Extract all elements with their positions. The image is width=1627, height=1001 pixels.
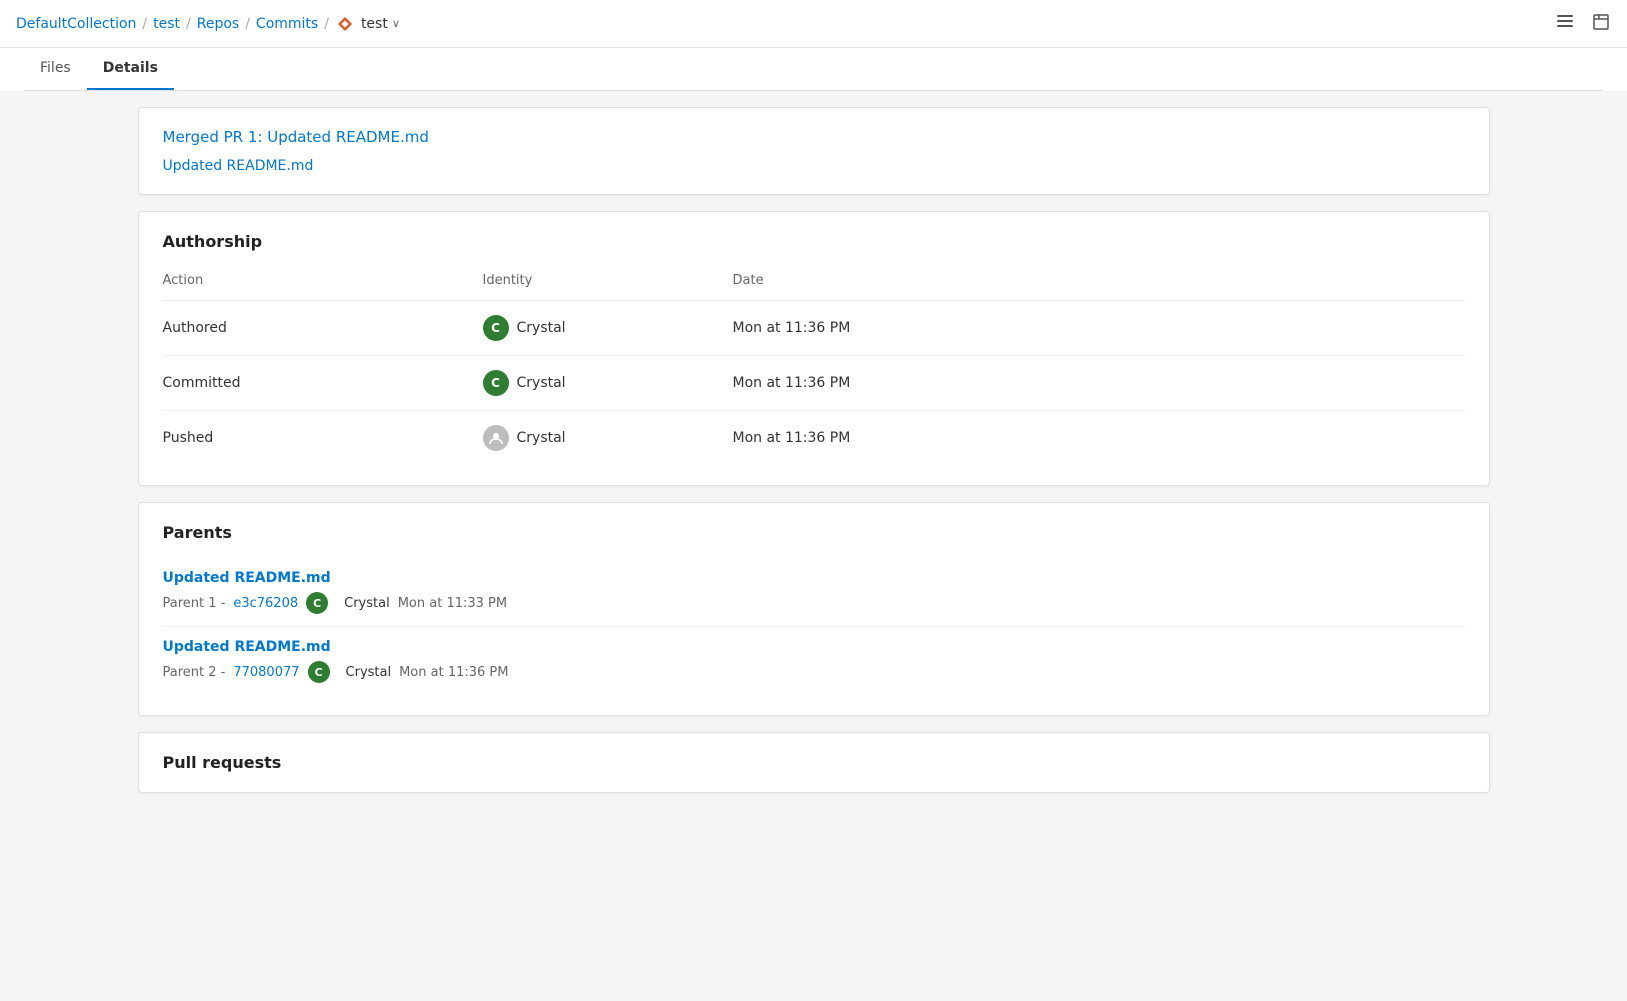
identity-cell: Crystal xyxy=(483,411,733,466)
parent-item: Updated README.md Parent 2 - 77080077 C Crys… xyxy=(163,627,1465,695)
nav-icons xyxy=(1555,11,1611,36)
branch-label: test xyxy=(361,16,388,32)
parent-meta: Parent 2 - 77080077 C Crystal Mon at 11:36 P… xyxy=(163,661,1465,683)
authorship-row: AuthoredC Crystal Mon at 11:36 PM xyxy=(163,301,1465,356)
authorship-row: Pushed Crystal Mon at 11:36 PM xyxy=(163,411,1465,466)
breadcrumb-commits[interactable]: Commits xyxy=(256,16,318,32)
parent-label: Parent 1 - xyxy=(163,596,226,611)
authorship-card: Authorship Action Identity Date Authored… xyxy=(138,211,1490,486)
chevron-down-icon: ∨ xyxy=(392,17,400,30)
sep4: / xyxy=(324,16,329,32)
date-cell: Mon at 11:36 PM xyxy=(733,411,1465,466)
parent-identity-name: Crystal xyxy=(344,596,390,611)
pull-requests-title: Pull requests xyxy=(163,753,1465,772)
sep2: / xyxy=(186,16,191,32)
parents-card: Parents Updated README.md Parent 1 - e3c76… xyxy=(138,502,1490,716)
package-icon[interactable] xyxy=(1591,12,1611,36)
top-nav: DefaultCollection / test / Repos / Commi… xyxy=(0,0,1627,48)
sep3: / xyxy=(245,16,250,32)
identity-name: Crystal xyxy=(517,320,566,336)
parent-meta: Parent 1 - e3c76208 C Crystal Mon at 11:33 P… xyxy=(163,592,1465,614)
main-content: Merged PR 1: Updated README.md Updated R… xyxy=(114,91,1514,825)
breadcrumb-project[interactable]: test xyxy=(153,16,180,32)
parent-hash[interactable]: 77080077 xyxy=(233,665,299,680)
parent-label: Parent 2 - xyxy=(163,665,226,680)
tab-files[interactable]: Files xyxy=(24,48,87,90)
parent-item: Updated README.md Parent 1 - e3c76208 C Crys… xyxy=(163,558,1465,627)
tabs-container: Files Details xyxy=(24,48,1603,91)
date-cell: Mon at 11:36 PM xyxy=(733,356,1465,411)
avatar: C xyxy=(483,370,509,396)
commit-message-card: Merged PR 1: Updated README.md Updated R… xyxy=(138,107,1490,195)
parent-date: Mon at 11:36 PM xyxy=(399,665,508,680)
date-cell: Mon at 11:36 PM xyxy=(733,301,1465,356)
parent-commit-title[interactable]: Updated README.md xyxy=(163,570,1465,586)
parent-commit-title[interactable]: Updated README.md xyxy=(163,639,1465,655)
identity-cell: C Crystal xyxy=(483,301,733,356)
breadcrumb-repos[interactable]: Repos xyxy=(197,16,239,32)
parents-list: Updated README.md Parent 1 - e3c76208 C Crys… xyxy=(163,558,1465,695)
col-action: Action xyxy=(163,267,483,301)
breadcrumb-collection[interactable]: DefaultCollection xyxy=(16,16,136,32)
breadcrumb: DefaultCollection / test / Repos / Commi… xyxy=(16,14,400,34)
commit-title[interactable]: Merged PR 1: Updated README.md xyxy=(163,128,1465,146)
parents-title: Parents xyxy=(163,523,1465,542)
pull-requests-card: Pull requests xyxy=(138,732,1490,793)
commit-subtitle[interactable]: Updated README.md xyxy=(163,158,1465,174)
action-cell: Authored xyxy=(163,301,483,356)
col-date: Date xyxy=(733,267,1465,301)
repo-diamond-icon xyxy=(335,14,355,34)
tab-details[interactable]: Details xyxy=(87,48,174,90)
parent-hash[interactable]: e3c76208 xyxy=(233,596,298,611)
avatar: C xyxy=(483,315,509,341)
identity-name: Crystal xyxy=(517,430,566,446)
authorship-title: Authorship xyxy=(163,232,1465,251)
breadcrumb-branch[interactable]: test ∨ xyxy=(335,14,400,34)
action-cell: Pushed xyxy=(163,411,483,466)
sep1: / xyxy=(142,16,147,32)
parent-date: Mon at 11:33 PM xyxy=(398,596,507,611)
parent-identity-name: Crystal xyxy=(346,665,392,680)
authorship-row: CommittedC Crystal Mon at 11:36 PM xyxy=(163,356,1465,411)
authorship-table: Action Identity Date AuthoredC Crystal Mon… xyxy=(163,267,1465,465)
identity-name: Crystal xyxy=(517,375,566,391)
identity-cell: C Crystal xyxy=(483,356,733,411)
parent-avatar: C xyxy=(308,661,330,683)
parent-avatar: C xyxy=(306,592,328,614)
page-top: Files Details xyxy=(0,48,1627,91)
list-icon[interactable] xyxy=(1555,11,1575,36)
avatar xyxy=(483,425,509,451)
action-cell: Committed xyxy=(163,356,483,411)
col-identity: Identity xyxy=(483,267,733,301)
